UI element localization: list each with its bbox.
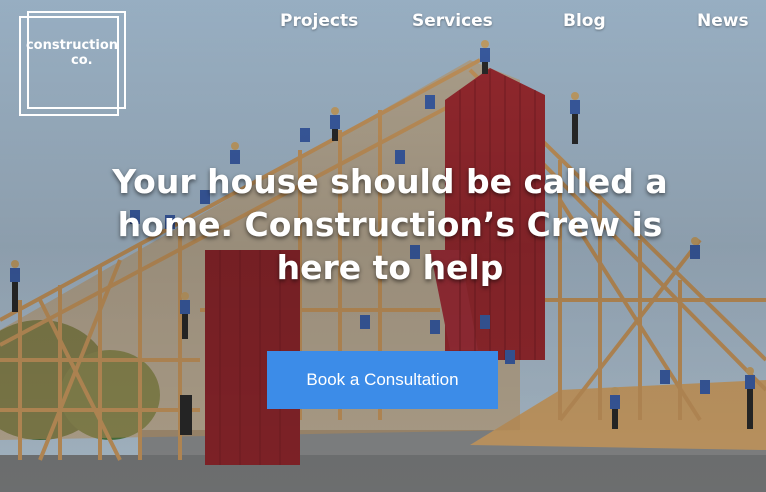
logo-line-2: co. [71, 53, 93, 68]
nav-link-projects[interactable]: Projects [280, 9, 358, 33]
hero-headline: Your house should be called a home. Cons… [112, 162, 668, 287]
nav-link-blog[interactable]: Blog [563, 9, 606, 33]
hero-section: construction co. Projects Services Blog … [0, 0, 766, 492]
nav-link-news[interactable]: News [697, 9, 749, 33]
logo-line-1: construction [25, 38, 119, 53]
main-navigation: Projects Services Blog News [0, 9, 766, 33]
logo-text: construction co. [23, 38, 121, 68]
nav-link-services[interactable]: Services [412, 9, 493, 33]
book-consultation-button[interactable]: Book a Consultation [267, 351, 498, 409]
